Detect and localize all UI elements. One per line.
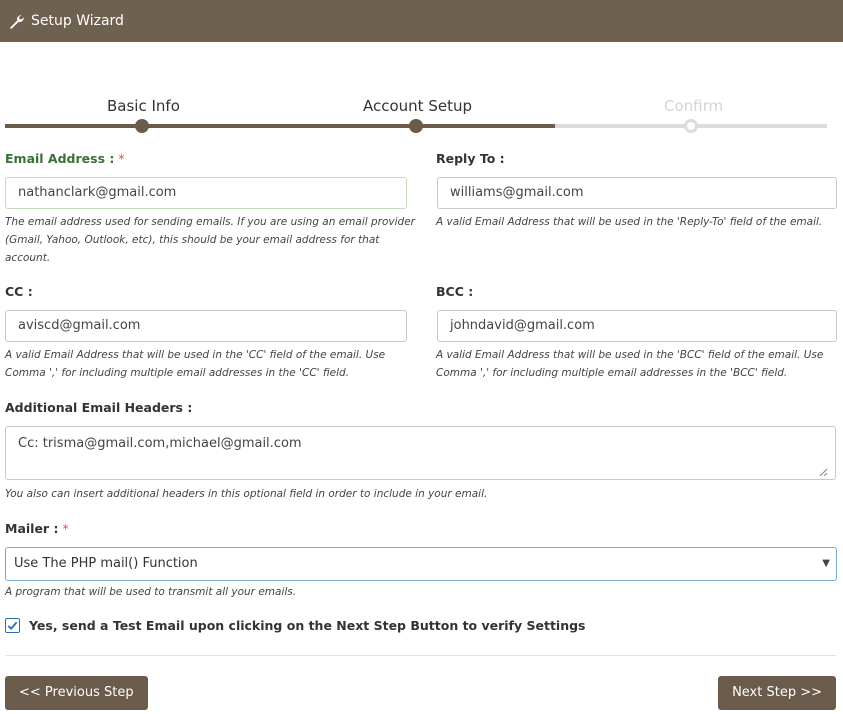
wrench-icon <box>9 13 25 29</box>
required-mark: * <box>118 151 125 166</box>
bcc-field[interactable]: johndavid@gmail.com <box>437 310 837 342</box>
window-title: Setup Wizard <box>31 13 124 29</box>
email-label: Email Address : * <box>5 151 125 166</box>
step-dot-confirm <box>684 119 698 133</box>
checkmark-icon <box>7 621 18 631</box>
cc-field[interactable]: aviscd@gmail.com <box>5 310 407 342</box>
headers-textarea[interactable]: Cc: trisma@gmail.com,michael@gmail.com <box>5 426 836 480</box>
progress-track-complete <box>5 124 555 128</box>
cc-label: CC : <box>5 284 33 299</box>
reply-to-help-text: A valid Email Address that will be used … <box>436 216 823 228</box>
step-dot-account-setup <box>409 119 423 133</box>
wizard-stepper: Basic Info Account Setup Confirm <box>0 90 843 140</box>
mailer-help-text: A program that will be used to transmit … <box>5 586 297 598</box>
mailer-selected-value: Use The PHP mail() Function <box>14 556 198 571</box>
headers-help-text: You also can insert additional headers i… <box>5 488 488 500</box>
email-help-text: The email address used for sending email… <box>5 216 415 264</box>
footer-divider <box>5 655 836 656</box>
step-dot-basic-info <box>135 119 149 133</box>
headers-label: Additional Email Headers : <box>5 400 193 415</box>
step-basic-info[interactable]: Basic Info <box>107 97 180 115</box>
email-field[interactable]: nathanclark@gmail.com <box>5 177 407 209</box>
test-email-checkbox[interactable] <box>5 618 20 633</box>
title-bar: Setup Wizard <box>0 0 843 42</box>
step-confirm: Confirm <box>664 97 724 115</box>
resize-grip-icon[interactable] <box>819 468 827 476</box>
previous-step-button[interactable]: << Previous Step <box>5 676 148 710</box>
mailer-label: Mailer : * <box>5 521 69 536</box>
next-step-button[interactable]: Next Step >> <box>718 676 836 710</box>
bcc-label: BCC : <box>436 284 474 299</box>
chevron-down-icon: ▼ <box>822 558 830 569</box>
reply-to-field[interactable]: williams@gmail.com <box>437 177 837 209</box>
bcc-help-text: A valid Email Address that will be used … <box>436 349 824 379</box>
step-account-setup[interactable]: Account Setup <box>363 97 472 115</box>
mailer-select[interactable]: Use The PHP mail() Function ▼ <box>5 547 837 581</box>
test-email-label[interactable]: Yes, send a Test Email upon clicking on … <box>29 618 586 633</box>
required-mark: * <box>62 521 69 536</box>
cc-help-text: A valid Email Address that will be used … <box>5 349 386 379</box>
headers-value: Cc: trisma@gmail.com,michael@gmail.com <box>18 436 302 451</box>
reply-to-label: Reply To : <box>436 151 505 166</box>
